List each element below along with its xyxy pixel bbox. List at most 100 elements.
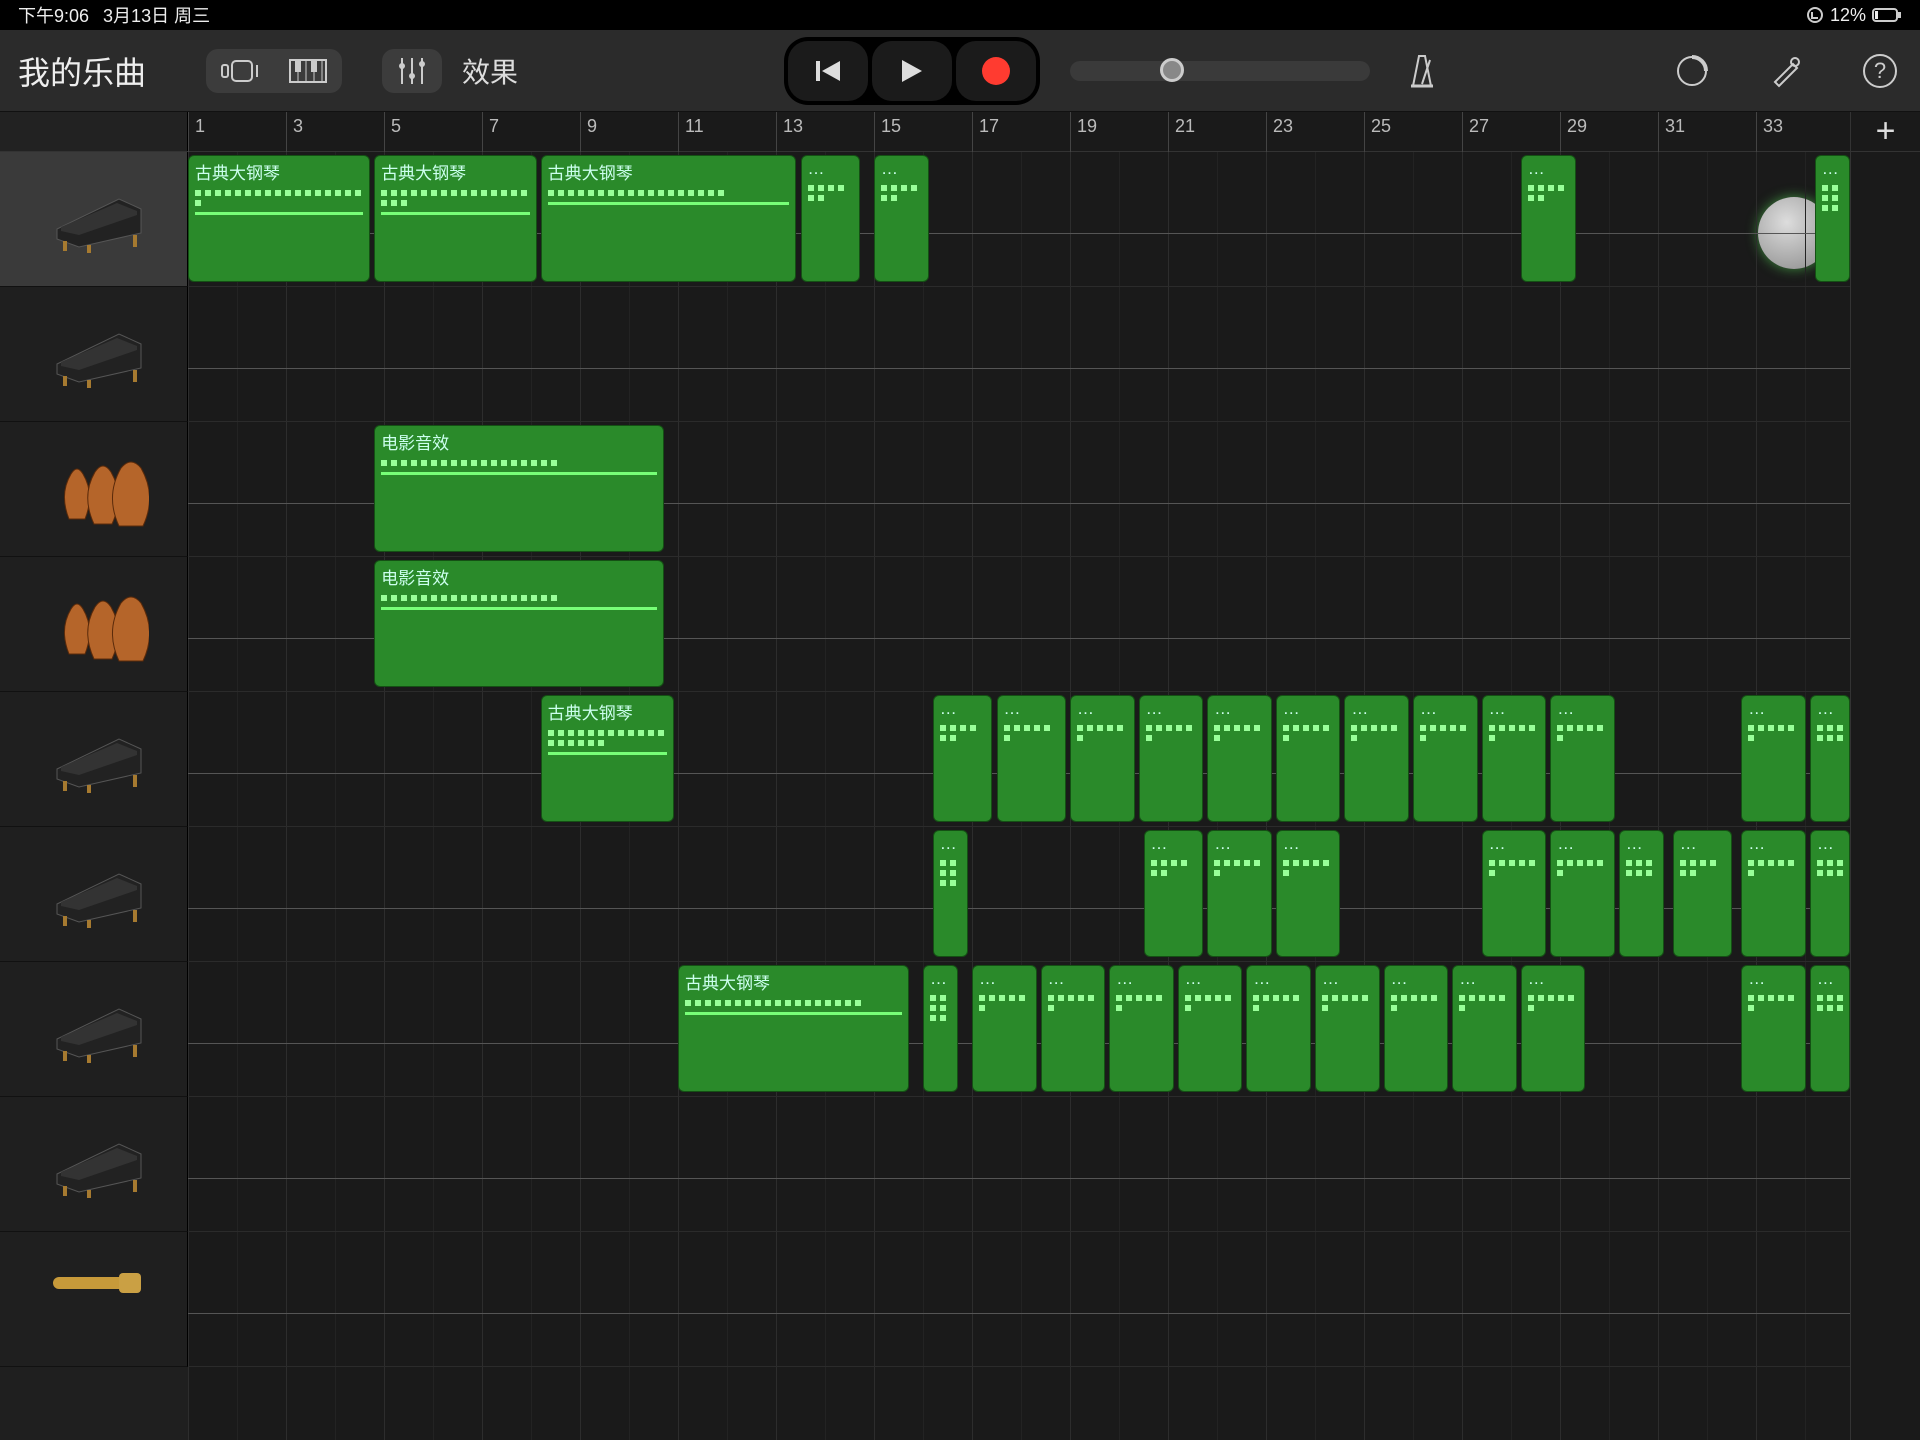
region-label: … (930, 969, 951, 989)
rewind-button[interactable] (788, 41, 868, 101)
midi-region[interactable]: … (1452, 965, 1517, 1092)
track-header[interactable] (0, 287, 188, 422)
midi-region[interactable]: … (1315, 965, 1380, 1092)
midi-region[interactable]: … (1070, 695, 1135, 822)
track-header[interactable] (0, 1232, 188, 1367)
battery-icon (1872, 8, 1902, 22)
add-track-button[interactable]: + (1850, 112, 1920, 151)
piano-icon (49, 189, 139, 249)
tracks-view-button[interactable] (206, 49, 274, 93)
play-button[interactable] (872, 41, 952, 101)
bar-tick: 33 (1756, 112, 1783, 152)
midi-region[interactable]: … (1810, 965, 1850, 1092)
region-label: … (940, 834, 961, 854)
piano-icon (49, 1134, 139, 1194)
region-label: … (1322, 969, 1373, 989)
midi-region[interactable]: … (1384, 965, 1449, 1092)
midi-region[interactable]: … (1550, 695, 1615, 822)
track-header[interactable] (0, 962, 188, 1097)
midi-region[interactable]: … (801, 155, 861, 282)
midi-region[interactable]: … (1741, 965, 1806, 1092)
midi-region[interactable]: … (1741, 695, 1806, 822)
midi-region[interactable]: … (1482, 830, 1547, 957)
midi-region[interactable]: … (1276, 695, 1341, 822)
region-label: 古典大钢琴 (195, 159, 363, 184)
track-header[interactable] (0, 557, 188, 692)
midi-region[interactable]: … (1815, 155, 1850, 282)
midi-region[interactable]: 古典大钢琴 (541, 695, 674, 822)
midi-region[interactable]: … (874, 155, 929, 282)
transport-controls (784, 37, 1040, 105)
bar-ruler[interactable]: 13579111315171921232527293133 (188, 112, 1850, 151)
plus-icon: + (1876, 112, 1896, 151)
region-label: … (1391, 969, 1442, 989)
fx-button[interactable]: 效果 (462, 51, 518, 91)
midi-region[interactable]: … (1207, 695, 1272, 822)
region-label: … (881, 159, 922, 179)
tracks-area: 古典大钢琴古典大钢琴古典大钢琴…………电影音效电影音效古典大钢琴……………………… (0, 152, 1920, 1440)
midi-region[interactable]: … (1550, 830, 1615, 957)
midi-region[interactable]: … (1482, 695, 1547, 822)
region-label: … (1283, 699, 1334, 719)
midi-region[interactable]: … (1139, 695, 1204, 822)
track-header[interactable] (0, 152, 188, 287)
track-lane[interactable] (188, 1232, 1850, 1367)
midi-region[interactable]: … (1246, 965, 1311, 1092)
track-header-spacer (0, 112, 188, 151)
bar-tick: 9 (580, 112, 597, 152)
track-controls-button[interactable] (382, 49, 442, 93)
midi-region[interactable]: 电影音效 (374, 560, 664, 687)
track-header[interactable] (0, 422, 188, 557)
midi-region[interactable]: … (933, 830, 968, 957)
record-icon (982, 57, 1010, 85)
midi-region[interactable]: 古典大钢琴 (374, 155, 537, 282)
midi-region[interactable]: … (1413, 695, 1478, 822)
midi-region[interactable]: … (933, 695, 993, 822)
midi-region[interactable]: … (1344, 695, 1409, 822)
midi-region[interactable]: … (1521, 965, 1586, 1092)
midi-region[interactable]: … (1673, 830, 1733, 957)
midi-region[interactable]: 古典大钢琴 (541, 155, 797, 282)
midi-region[interactable]: … (1207, 830, 1272, 957)
region-label: … (1748, 699, 1799, 719)
piano-view-button[interactable] (274, 49, 342, 93)
track-header[interactable] (0, 1097, 188, 1232)
bar-tick: 31 (1658, 112, 1685, 152)
midi-region[interactable]: … (1276, 830, 1341, 957)
track-header[interactable] (0, 692, 188, 827)
region-label: … (1351, 699, 1402, 719)
midi-region[interactable]: … (1109, 965, 1174, 1092)
region-label: … (808, 159, 854, 179)
midi-region[interactable]: … (1810, 830, 1850, 957)
midi-region[interactable]: … (1619, 830, 1664, 957)
midi-region[interactable]: … (1178, 965, 1243, 1092)
loop-browser-button[interactable] (1670, 49, 1714, 93)
track-header[interactable] (0, 827, 188, 962)
midi-region[interactable]: … (997, 695, 1067, 822)
region-label: 电影音效 (381, 429, 657, 454)
bar-tick: 15 (874, 112, 901, 152)
track-lane[interactable] (188, 287, 1850, 422)
midi-region[interactable]: … (1741, 830, 1806, 957)
midi-region[interactable]: 古典大钢琴 (678, 965, 909, 1092)
help-button[interactable]: ? (1858, 49, 1902, 93)
record-button[interactable] (956, 41, 1036, 101)
bar-tick: 1 (188, 112, 205, 152)
scrubber-handle[interactable] (1160, 58, 1184, 82)
midi-region[interactable]: … (1041, 965, 1106, 1092)
bar-tick: 27 (1462, 112, 1489, 152)
position-scrubber[interactable] (1070, 61, 1370, 81)
region-label: … (1077, 699, 1128, 719)
metronome-button[interactable] (1400, 49, 1444, 93)
track-lane[interactable] (188, 1097, 1850, 1232)
timeline[interactable]: 古典大钢琴古典大钢琴古典大钢琴…………电影音效电影音效古典大钢琴……………………… (188, 152, 1850, 1440)
midi-region[interactable]: … (972, 965, 1037, 1092)
song-title[interactable]: 我的乐曲 (18, 48, 146, 94)
midi-region[interactable]: … (1521, 155, 1576, 282)
midi-region[interactable]: … (1144, 830, 1204, 957)
midi-region[interactable]: … (923, 965, 958, 1092)
settings-button[interactable] (1764, 49, 1808, 93)
midi-region[interactable]: … (1810, 695, 1850, 822)
midi-region[interactable]: 电影音效 (374, 425, 664, 552)
midi-region[interactable]: 古典大钢琴 (188, 155, 370, 282)
